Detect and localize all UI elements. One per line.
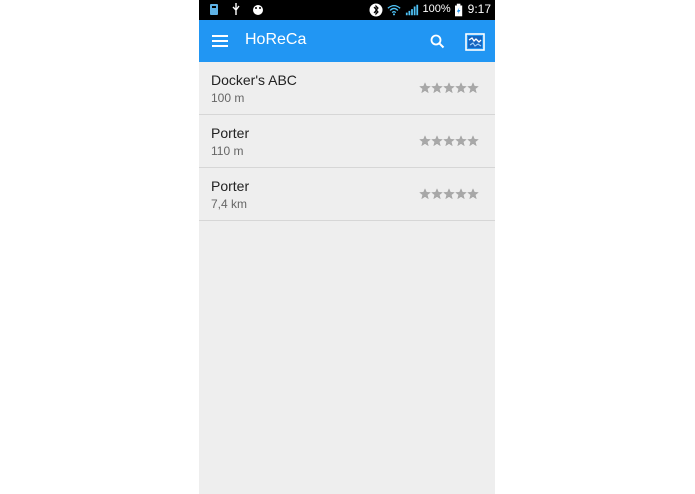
star-icon	[455, 188, 467, 200]
star-icon	[431, 82, 443, 94]
rating-stars	[419, 82, 479, 94]
place-distance: 100 m	[211, 91, 245, 105]
battery-charging-icon	[454, 3, 462, 16]
star-icon	[455, 82, 467, 94]
map-icon[interactable]	[464, 31, 486, 53]
bluetooth-icon	[369, 3, 382, 16]
app-screen: 100% 9:17 HoReCa Docker's ABC 100 m Port…	[199, 0, 495, 494]
search-icon[interactable]	[427, 31, 449, 53]
usb-icon	[232, 3, 240, 15]
place-distance: 110 m	[211, 144, 244, 158]
star-icon	[419, 188, 431, 200]
rating-stars	[419, 135, 479, 147]
battery-percent: 100%	[422, 3, 451, 15]
star-icon	[443, 135, 455, 147]
hamburger-menu-icon[interactable]	[207, 29, 233, 53]
storage-icon	[210, 4, 218, 15]
list-item[interactable]: Porter 110 m	[199, 115, 495, 168]
star-icon	[431, 135, 443, 147]
star-icon	[419, 82, 431, 94]
star-icon	[431, 188, 443, 200]
star-icon	[455, 135, 467, 147]
rating-stars	[419, 188, 479, 200]
wifi-icon	[386, 4, 401, 15]
place-name: Porter	[211, 178, 250, 194]
page-title: HoReCa	[245, 31, 307, 48]
star-icon	[467, 82, 479, 94]
star-icon	[443, 188, 455, 200]
app-toolbar: HoReCa	[199, 20, 495, 62]
star-icon	[419, 135, 431, 147]
list-item[interactable]: Docker's ABC 100 m	[199, 62, 495, 115]
place-distance: 7,4 km	[211, 197, 248, 211]
star-icon	[467, 135, 479, 147]
signal-icon	[405, 4, 418, 15]
place-name: Docker's ABC	[211, 72, 297, 88]
clock: 9:17	[467, 2, 491, 16]
places-list: Docker's ABC 100 m Porter 110 m Porter 7…	[199, 62, 495, 221]
android-debug-icon	[253, 5, 263, 15]
list-item[interactable]: Porter 7,4 km	[199, 168, 495, 221]
status-bar: 100% 9:17	[199, 0, 495, 20]
star-icon	[443, 82, 455, 94]
star-icon	[467, 188, 479, 200]
place-name: Porter	[211, 125, 250, 141]
